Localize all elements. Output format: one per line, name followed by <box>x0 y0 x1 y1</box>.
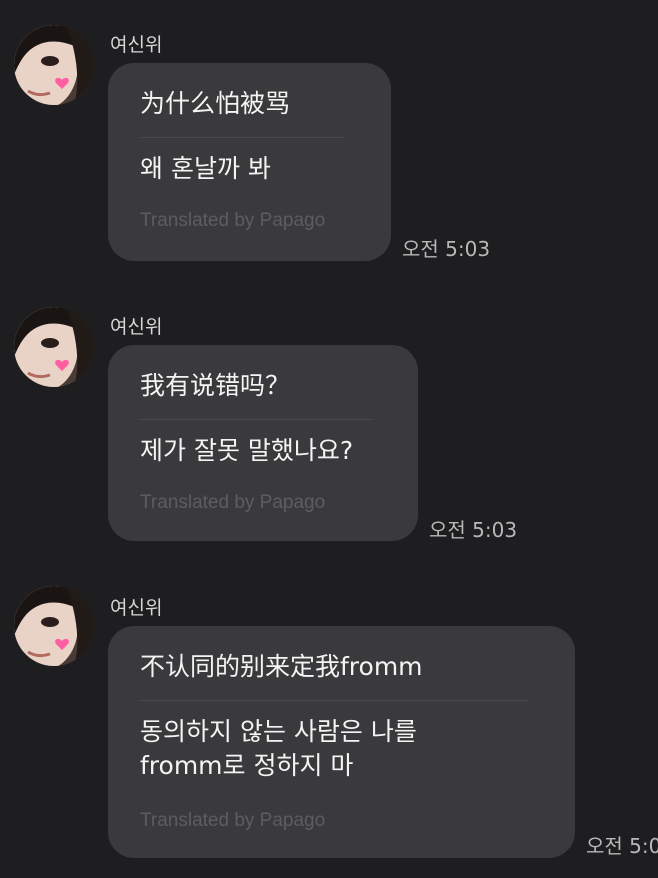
sender-name: 여신위 <box>110 34 163 56</box>
original-text: 我有说错吗？ <box>140 371 291 400</box>
avatar-photo-icon <box>14 586 94 666</box>
divider <box>140 700 529 701</box>
translated-text: 제가 잘못 말했나요? <box>140 436 354 465</box>
divider <box>140 419 372 420</box>
avatar-photo-icon <box>14 307 94 387</box>
message-time: 오전 5:03 <box>402 237 491 261</box>
avatar[interactable] <box>14 25 94 105</box>
avatar-photo-icon <box>14 25 94 105</box>
original-text: 不认同的别来定我fromm <box>140 652 423 681</box>
divider <box>140 137 345 138</box>
message-time: 오전 5:03 <box>429 518 518 542</box>
sender-name: 여신위 <box>110 316 163 338</box>
translation-credit: Translated by Papago <box>140 492 326 513</box>
message-bubble[interactable]: 不认同的别来定我fromm 동의하지 않는 사람은 나를 fromm로 정하지 … <box>108 626 575 858</box>
message-bubble[interactable]: 我有说错吗？ 제가 잘못 말했나요? Translated by Papago <box>108 345 418 541</box>
avatar[interactable] <box>14 586 94 666</box>
translation-credit: Translated by Papago <box>140 810 326 831</box>
translated-text: 동의하지 않는 사람은 나를 fromm로 정하지 마 <box>140 717 417 780</box>
original-text: 为什么怕被骂 <box>140 89 291 118</box>
translated-text: 왜 혼날까 봐 <box>140 154 271 183</box>
message-time: 오전 5:03 <box>586 834 658 858</box>
message-bubble[interactable]: 为什么怕被骂 왜 혼날까 봐 Translated by Papago <box>108 63 391 261</box>
sender-name: 여신위 <box>110 597 163 619</box>
translation-credit: Translated by Papago <box>140 210 326 231</box>
avatar[interactable] <box>14 307 94 387</box>
